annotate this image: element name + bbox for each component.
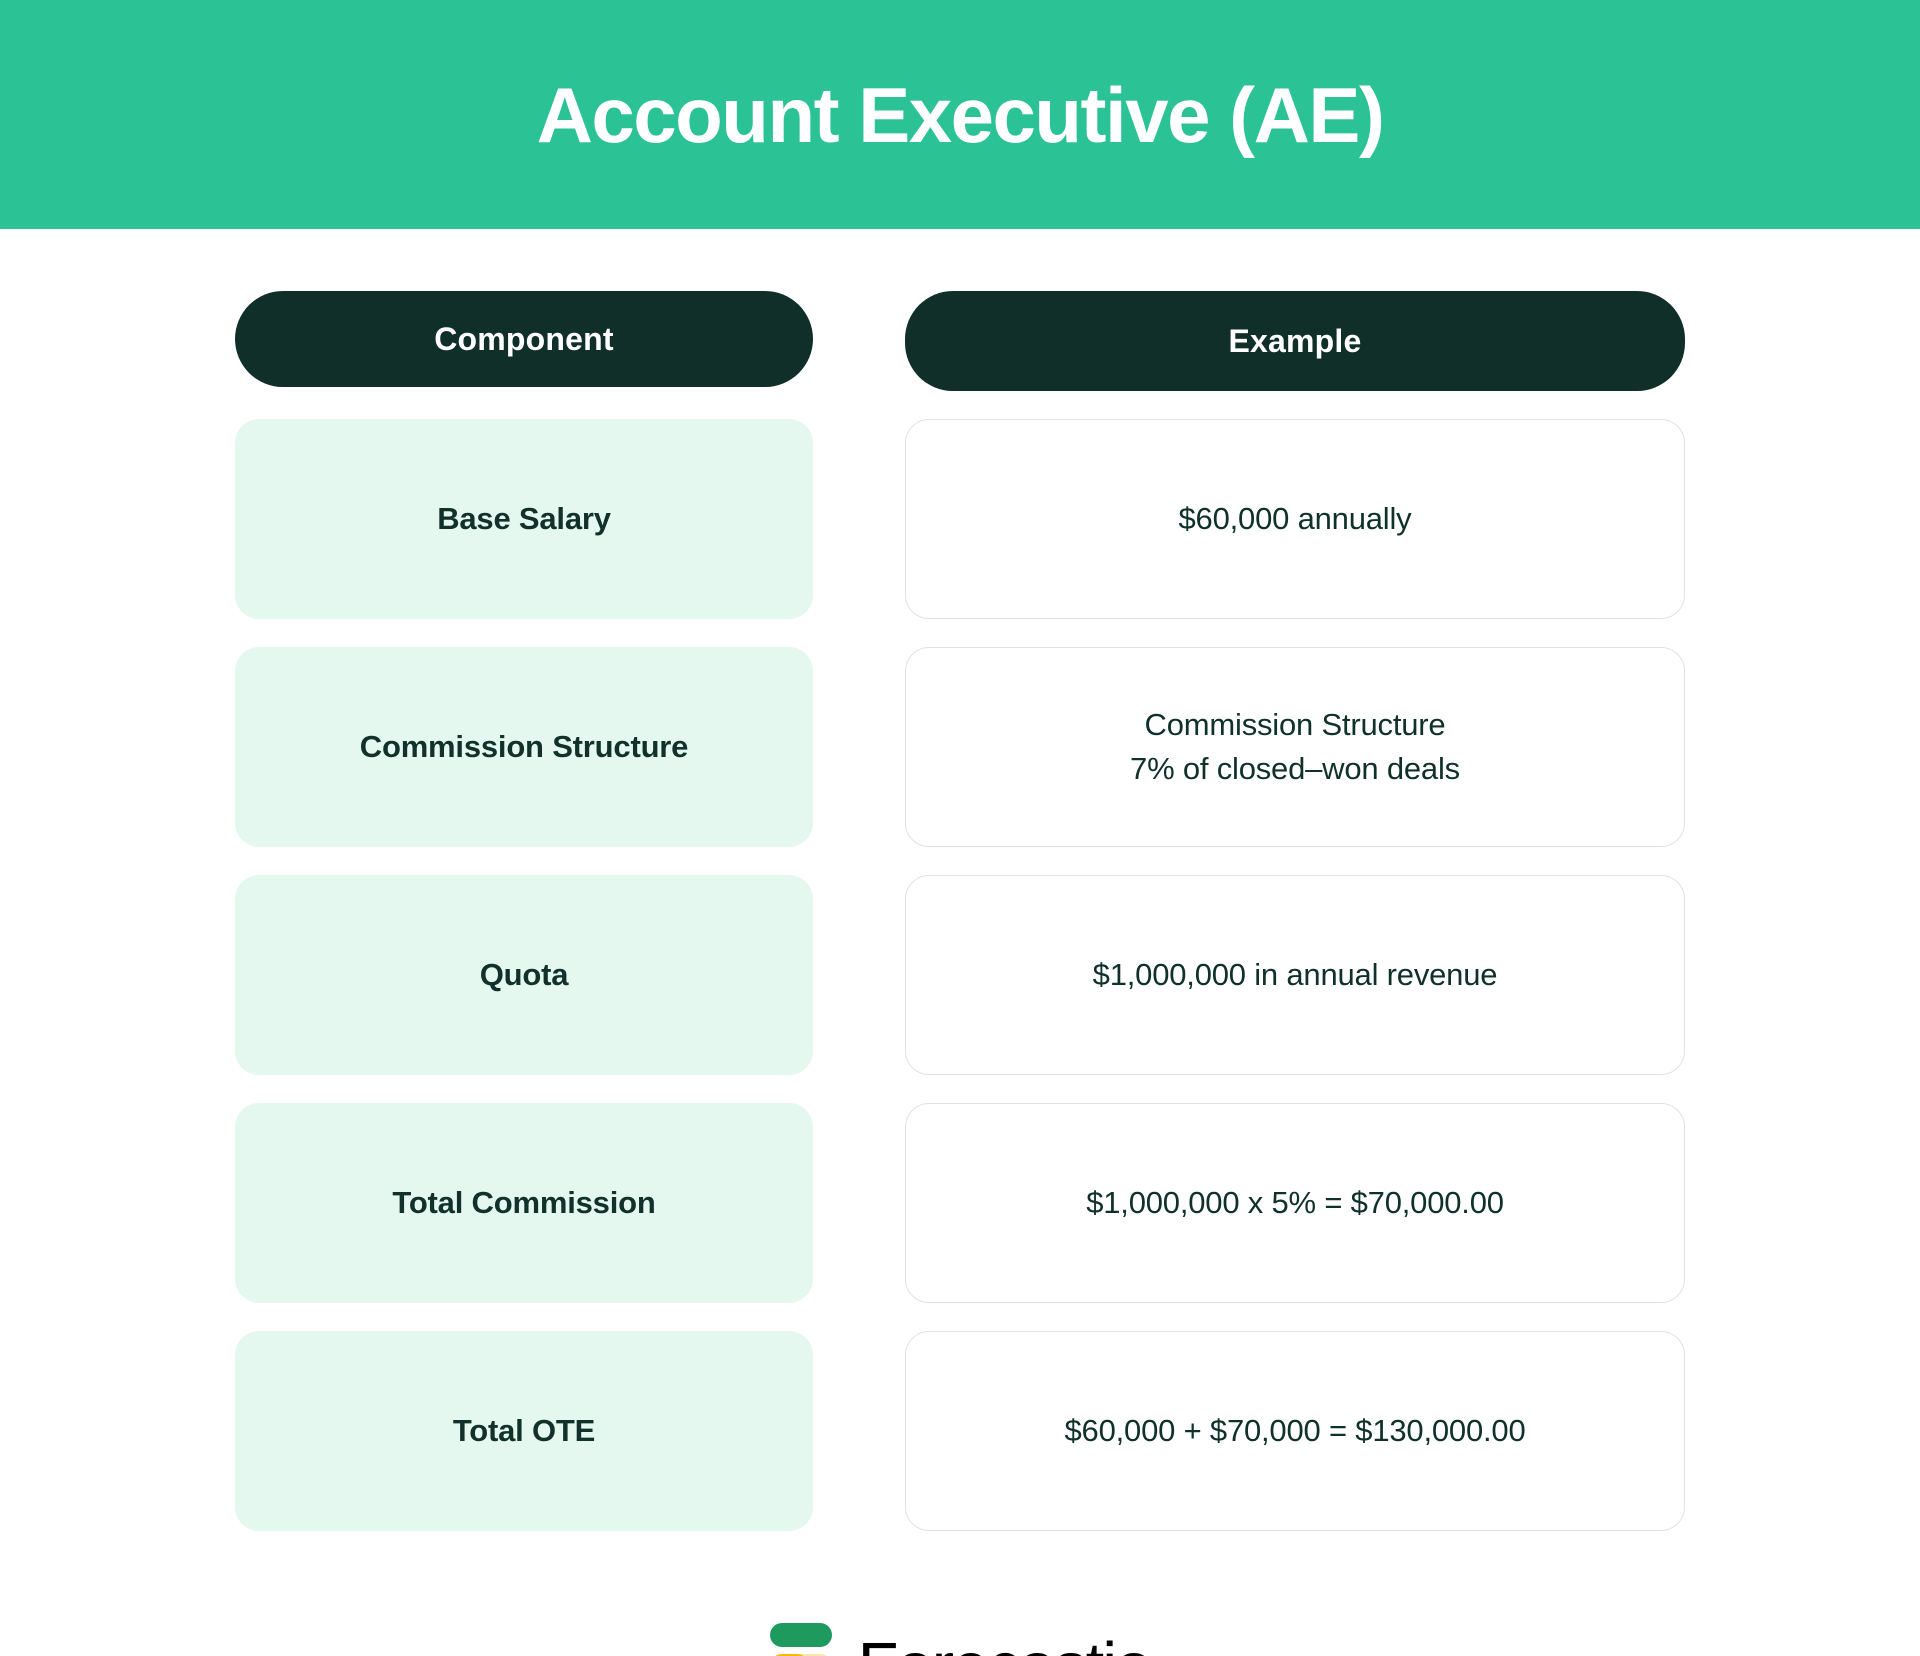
row-example-value: $60,000 annually: [905, 419, 1685, 619]
row-component-label: Quota: [235, 875, 813, 1075]
row-component-cell-wrap: Total Commission: [235, 1103, 813, 1303]
brand-name: Forecastio: [858, 1633, 1153, 1656]
page-title: Account Executive (AE): [536, 70, 1385, 159]
table-header-component: Component: [235, 291, 813, 387]
table-row: Quota $1,000,000 in annual revenue: [235, 875, 1685, 1075]
forecastio-logo-icon: [769, 1623, 832, 1656]
row-example-cell-wrap: $60,000 + $70,000 = $130,000.00: [905, 1331, 1685, 1531]
page-banner: Account Executive (AE): [0, 0, 1920, 229]
row-example-value: $1,000,000 in annual revenue: [905, 875, 1685, 1075]
brand-footer: Forecastio: [0, 1623, 1920, 1656]
row-example-line-1: $1,000,000 in annual revenue: [1092, 956, 1498, 992]
comparison-table: Component Example Base Salary $60,000 an…: [235, 291, 1685, 1531]
row-example-cell-wrap: $1,000,000 in annual revenue: [905, 875, 1685, 1075]
table-row: Base Salary $60,000 annually: [235, 419, 1685, 619]
row-example-value: $1,000,000 x 5% = $70,000.00: [905, 1103, 1685, 1303]
table-header-example-wrap: Example: [905, 291, 1685, 391]
row-component-cell-wrap: Commission Structure: [235, 647, 813, 847]
row-component-label: Base Salary: [235, 419, 813, 619]
row-component-label: Commission Structure: [235, 647, 813, 847]
row-component-cell-wrap: Base Salary: [235, 419, 813, 619]
row-example-cell-wrap: Commission Structure 7% of closed–won de…: [905, 647, 1685, 847]
row-component-label: Total OTE: [235, 1331, 813, 1531]
row-example-line-1: $60,000 + $70,000 = $130,000.00: [1064, 1412, 1526, 1448]
row-example-line-2: 7% of closed–won deals: [1130, 751, 1460, 786]
row-example-line-1: $1,000,000 x 5% = $70,000.00: [1086, 1184, 1504, 1220]
row-example-line-1: $60,000 annually: [1178, 500, 1412, 536]
infographic-page: Account Executive (AE) Component Example…: [0, 0, 1920, 1656]
row-example-cell-wrap: $1,000,000 x 5% = $70,000.00: [905, 1103, 1685, 1303]
table-header-row: Component Example: [235, 291, 1685, 391]
row-component-label: Total Commission: [235, 1103, 813, 1303]
row-example-line-1: Commission Structure: [1144, 706, 1446, 742]
row-component-cell-wrap: Total OTE: [235, 1331, 813, 1531]
row-example-value: Commission Structure 7% of closed–won de…: [905, 647, 1685, 847]
table-header-component-wrap: Component: [235, 291, 813, 391]
table-row: Total Commission $1,000,000 x 5% = $70,0…: [235, 1103, 1685, 1303]
table-row: Commission Structure Commission Structur…: [235, 647, 1685, 847]
comparison-table-section: Component Example Base Salary $60,000 an…: [0, 229, 1920, 1531]
row-component-cell-wrap: Quota: [235, 875, 813, 1075]
row-example-cell-wrap: $60,000 annually: [905, 419, 1685, 619]
table-header-example: Example: [905, 291, 1685, 391]
row-example-value: $60,000 + $70,000 = $130,000.00: [905, 1331, 1685, 1531]
logo-bar-green: [769, 1623, 832, 1647]
table-row: Total OTE $60,000 + $70,000 = $130,000.0…: [235, 1331, 1685, 1531]
